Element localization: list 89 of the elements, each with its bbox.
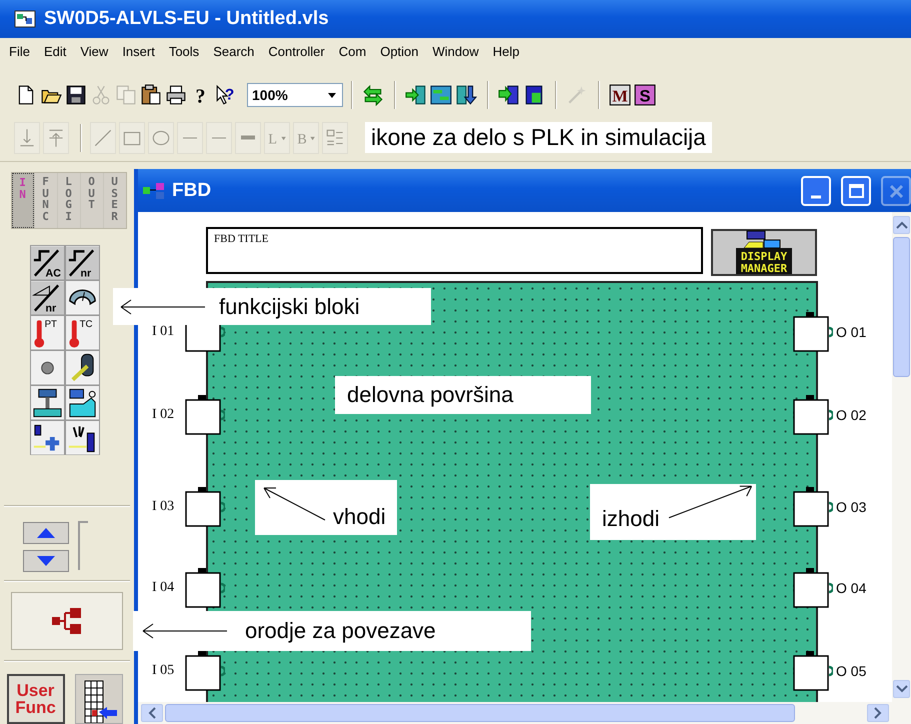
menu-item[interactable]: Tools <box>162 44 206 58</box>
palette-tab[interactable]: LOGI <box>58 173 80 228</box>
table-import-button[interactable] <box>74 674 122 724</box>
display-manager-button[interactable]: DISPLAY MANAGER <box>711 229 817 276</box>
menu-item[interactable]: Help <box>486 44 527 58</box>
chevron-down-icon <box>896 685 908 693</box>
title-field[interactable]: FBD TITLE <box>206 227 703 274</box>
output-block <box>793 487 833 527</box>
window-title: SW0D5-ALVLS-EU - Untitled.vls <box>44 8 329 30</box>
function-block-button[interactable] <box>64 280 100 315</box>
user-function-button[interactable]: User Func <box>6 674 64 724</box>
down-triangle-icon <box>36 555 56 568</box>
zoom-dropdown[interactable]: 100% <box>247 83 343 107</box>
connection-tree-icon <box>50 606 82 636</box>
annotation-text: vhodi <box>333 504 386 530</box>
scroll-right-button[interactable] <box>867 704 889 722</box>
fbd-icon <box>142 182 166 200</box>
annotation-text: funkcijski bloki <box>219 294 360 320</box>
wand-icon <box>566 84 588 106</box>
function-block-button[interactable]: TC <box>64 315 100 350</box>
output-block <box>793 651 833 691</box>
palette-tab[interactable]: USER <box>104 173 126 228</box>
input-label: I 05 <box>152 663 174 679</box>
annotation-text: orodje za povezave <box>245 618 436 644</box>
menu-item[interactable]: Search <box>206 44 262 58</box>
connection-tool-button[interactable] <box>10 592 122 650</box>
press-icon <box>30 386 64 420</box>
menu-item[interactable]: Edit <box>36 44 74 58</box>
output-block <box>793 312 833 352</box>
scroll-down-button[interactable] <box>893 680 910 698</box>
scrollbar-thumb[interactable] <box>165 704 795 722</box>
input-block <box>185 487 225 527</box>
function-block-button[interactable] <box>30 385 64 420</box>
line-icon <box>211 136 227 138</box>
palette-tab[interactable]: OUT <box>80 173 102 228</box>
output-label: O 03 <box>836 499 866 515</box>
annotation-text: delovna površina <box>347 382 514 408</box>
minimize-button[interactable] <box>801 176 831 206</box>
display-manager-logo: DISPLAY MANAGER <box>734 230 794 274</box>
output-label: O 02 <box>836 407 866 423</box>
scroll-up-button[interactable] <box>893 216 910 234</box>
input-label: I 01 <box>152 324 174 340</box>
scrollbar-thumb[interactable] <box>893 237 910 377</box>
switch-icon <box>66 351 98 385</box>
chevron-right-icon <box>874 707 882 719</box>
chevron-up-icon <box>896 221 908 229</box>
line-icon <box>182 136 198 138</box>
input-block <box>185 395 225 435</box>
scissors-icon <box>90 84 112 106</box>
window-title: FBD <box>172 180 212 202</box>
maximize-button[interactable] <box>841 176 871 206</box>
output-label: O 01 <box>836 324 866 340</box>
printer-icon <box>165 84 187 106</box>
minimize-icon <box>810 194 822 198</box>
scroll-left-button[interactable] <box>141 704 163 722</box>
output-label: O 04 <box>836 580 866 596</box>
output-block <box>793 568 833 608</box>
function-block-button[interactable] <box>64 385 100 420</box>
annotation-text: izhodi <box>602 506 660 532</box>
copy-icon <box>115 84 137 106</box>
menu-item[interactable]: Com <box>332 44 374 58</box>
arrows-icon <box>362 84 384 106</box>
input-label: I 04 <box>152 580 174 596</box>
function-block-button[interactable]: nr <box>30 280 64 315</box>
clipboard-icon <box>140 84 162 106</box>
function-block-button[interactable]: PT <box>30 315 64 350</box>
function-block-button[interactable] <box>64 350 100 385</box>
function-block-button[interactable]: nr <box>64 245 100 280</box>
menu-item[interactable]: Window <box>426 44 486 58</box>
menu-item[interactable]: Controller <box>261 44 332 58</box>
chevron-left-icon <box>148 707 156 719</box>
input-label: I 03 <box>152 499 174 515</box>
input-label: I 02 <box>152 407 174 423</box>
annotation-label: ikone za delo s PLK in simulacija <box>365 122 712 153</box>
app-icon <box>14 9 36 29</box>
lever-icon <box>66 386 98 420</box>
scroll-up-button[interactable] <box>22 522 68 544</box>
output-block <box>793 395 833 435</box>
output-label: O 05 <box>836 663 866 679</box>
menu-item[interactable]: Insert <box>115 44 162 58</box>
up-triangle-icon <box>36 527 56 540</box>
scroll-down-button[interactable] <box>22 550 68 572</box>
function-block-button[interactable]: AC <box>30 245 64 280</box>
menu-item[interactable]: File <box>2 44 37 58</box>
palette-tab[interactable]: FUNC <box>34 173 56 228</box>
input-block <box>185 568 225 608</box>
transfer-button[interactable] <box>361 82 385 108</box>
menu-item[interactable]: View <box>73 44 116 58</box>
menu-item[interactable]: Option <box>373 44 426 58</box>
